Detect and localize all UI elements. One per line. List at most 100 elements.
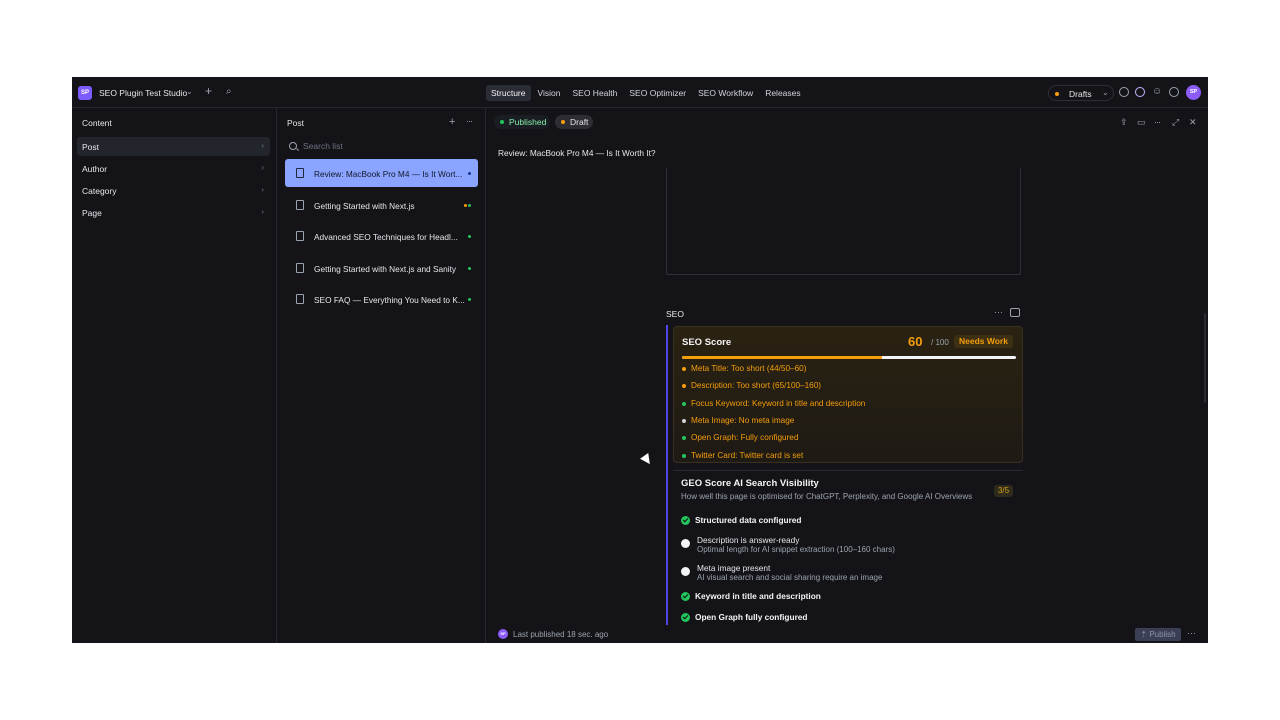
check-circle-icon [681, 592, 690, 601]
avatar: SP [498, 629, 508, 639]
empty-circle-icon [681, 539, 690, 548]
status-dot [682, 384, 686, 389]
drafts-dot [1055, 92, 1059, 96]
list-item-title: Review: MacBook Pro M4 — Is It Wort... [314, 169, 463, 179]
tab-seo-health[interactable]: SEO Health [568, 85, 623, 101]
more-icon[interactable]: ··· [1154, 117, 1161, 127]
publish-label: Publish [1149, 630, 1176, 639]
check-circle-icon [681, 516, 690, 525]
seo-check-label: Open Graph: Fully configured [691, 433, 799, 443]
plus-icon[interactable]: + [205, 85, 212, 97]
comment-icon[interactable]: ▭ [1137, 117, 1146, 128]
plus-icon[interactable]: + [449, 116, 455, 128]
bolt-icon[interactable] [1135, 87, 1145, 97]
seo-check-label: Description: Too short (65/100–160) [691, 381, 822, 391]
status-dot [468, 235, 471, 238]
chevron-down-icon: ⌄ [1102, 88, 1109, 97]
published-tab[interactable]: Published [494, 115, 550, 129]
document-title: Review: MacBook Pro M4 — Is It Worth It? [498, 148, 656, 158]
studio-name[interactable]: SEO Plugin Test Studio [99, 88, 187, 98]
geo-score-card: GEO Score AI Search Visibility How well … [673, 470, 1023, 631]
perspective-select[interactable]: Drafts ⌄ [1048, 85, 1114, 101]
seo-check-label: Meta Title: Too short (44/50–60) [691, 364, 807, 373]
seo-score-max: / 100 [931, 338, 949, 347]
field-focus-bar [666, 325, 668, 625]
user-avatar[interactable]: SP [1186, 85, 1201, 100]
more-icon[interactable]: ··· [466, 116, 473, 126]
status-dot [468, 204, 471, 207]
geo-score-title: GEO Score AI Search Visibility [681, 478, 819, 489]
publish-button[interactable]: ⇡ Publish [1135, 628, 1181, 641]
document-icon [296, 294, 304, 304]
chevron-down-icon[interactable]: ⌄ [186, 87, 193, 96]
seo-check-label: Twitter Card: Twitter card is set [691, 450, 804, 460]
share-icon[interactable]: ⇪ [1120, 117, 1128, 128]
help-icon[interactable] [1169, 87, 1179, 97]
check-circle-icon[interactable] [1119, 87, 1129, 97]
content-pane: Content Post › Author › Category › Page … [72, 108, 277, 643]
last-published-text: Last published 18 sec. ago [513, 630, 609, 639]
geo-item-title: Open Graph fully configured [695, 612, 808, 622]
search-icon [289, 142, 297, 150]
studio-app: SP SEO Plugin Test Studio ⌄ + ⌕ Structur… [72, 77, 1208, 643]
publish-icon: ⇡ [1140, 630, 1150, 639]
status-dot [682, 401, 686, 406]
seo-field-label: SEO [666, 309, 684, 319]
geo-item-detail: AI visual search and social sharing requ… [697, 573, 883, 582]
status-dot [468, 298, 471, 301]
content-pane-title: Content [82, 118, 112, 128]
seo-check-label: Focus Keyword: Keyword in title and desc… [691, 398, 866, 408]
close-icon[interactable]: ✕ [1189, 117, 1197, 128]
document-icon [296, 168, 304, 178]
nav-item-post[interactable]: Post › [77, 137, 270, 156]
list-item[interactable]: Getting Started with Next.js [285, 191, 478, 219]
document-icon [296, 200, 304, 210]
published-dot [500, 120, 504, 124]
list-item[interactable]: SEO FAQ — Everything You Need to K... [285, 285, 478, 313]
search-icon[interactable]: ⌕ [226, 86, 232, 98]
document-footer: SP Last published 18 sec. ago ⇡ Publish … [486, 627, 1208, 643]
scrollbar[interactable] [1204, 313, 1206, 403]
post-list-pane: Post + ··· Review: MacBook Pro M4 — Is I… [277, 108, 486, 643]
users-icon[interactable]: ☺ [1152, 86, 1162, 98]
list-item[interactable]: Advanced SEO Techniques for Headl... [285, 222, 478, 250]
more-icon[interactable]: ··· [1187, 628, 1196, 638]
nav-item-label: Post [82, 142, 100, 152]
top-bar: SP SEO Plugin Test Studio ⌄ + ⌕ Structur… [72, 77, 1208, 108]
status-dot [468, 267, 471, 270]
search-input[interactable] [303, 139, 463, 153]
nav-item-author[interactable]: Author › [77, 159, 270, 178]
draft-dot [561, 120, 565, 124]
tool-tabs: Structure Vision SEO Health SEO Optimize… [486, 85, 806, 101]
nav-item-label: Category [82, 186, 117, 196]
status-dot [468, 172, 471, 175]
chevron-right-icon: › [261, 185, 264, 194]
status-dot [682, 418, 686, 423]
more-icon[interactable]: ··· [994, 307, 1003, 317]
seo-progress-fill [682, 356, 883, 359]
body-textarea[interactable] [666, 168, 1021, 275]
nav-item-page[interactable]: Page › [77, 203, 270, 222]
nav-item-category[interactable]: Category › [77, 181, 270, 200]
tab-releases[interactable]: Releases [760, 85, 805, 101]
list-item[interactable]: Getting Started with Next.js and Sanity [285, 254, 478, 282]
published-label: Published [509, 117, 547, 127]
tab-seo-workflow[interactable]: SEO Workflow [693, 85, 758, 101]
seo-check-label: Meta Image: No meta image [691, 415, 795, 425]
list-item[interactable]: Review: MacBook Pro M4 — Is It Wort... [285, 159, 478, 187]
comment-icon[interactable] [1010, 308, 1020, 317]
expand-icon[interactable]: ⤢ [1172, 117, 1179, 128]
check-circle-icon [681, 613, 690, 622]
geo-item-title: Structured data configured [695, 515, 802, 525]
tab-structure[interactable]: Structure [486, 85, 531, 101]
tab-seo-optimizer[interactable]: SEO Optimizer [624, 85, 691, 101]
document-icon [296, 231, 304, 241]
seo-score-title: SEO Score [682, 337, 732, 348]
chevron-right-icon: › [261, 207, 264, 216]
status-dot [682, 436, 686, 441]
empty-circle-icon [681, 567, 690, 576]
status-dot [682, 367, 686, 371]
tab-vision[interactable]: Vision [533, 85, 566, 101]
studio-logo[interactable]: SP [78, 86, 92, 100]
draft-tab[interactable]: Draft [555, 115, 593, 129]
